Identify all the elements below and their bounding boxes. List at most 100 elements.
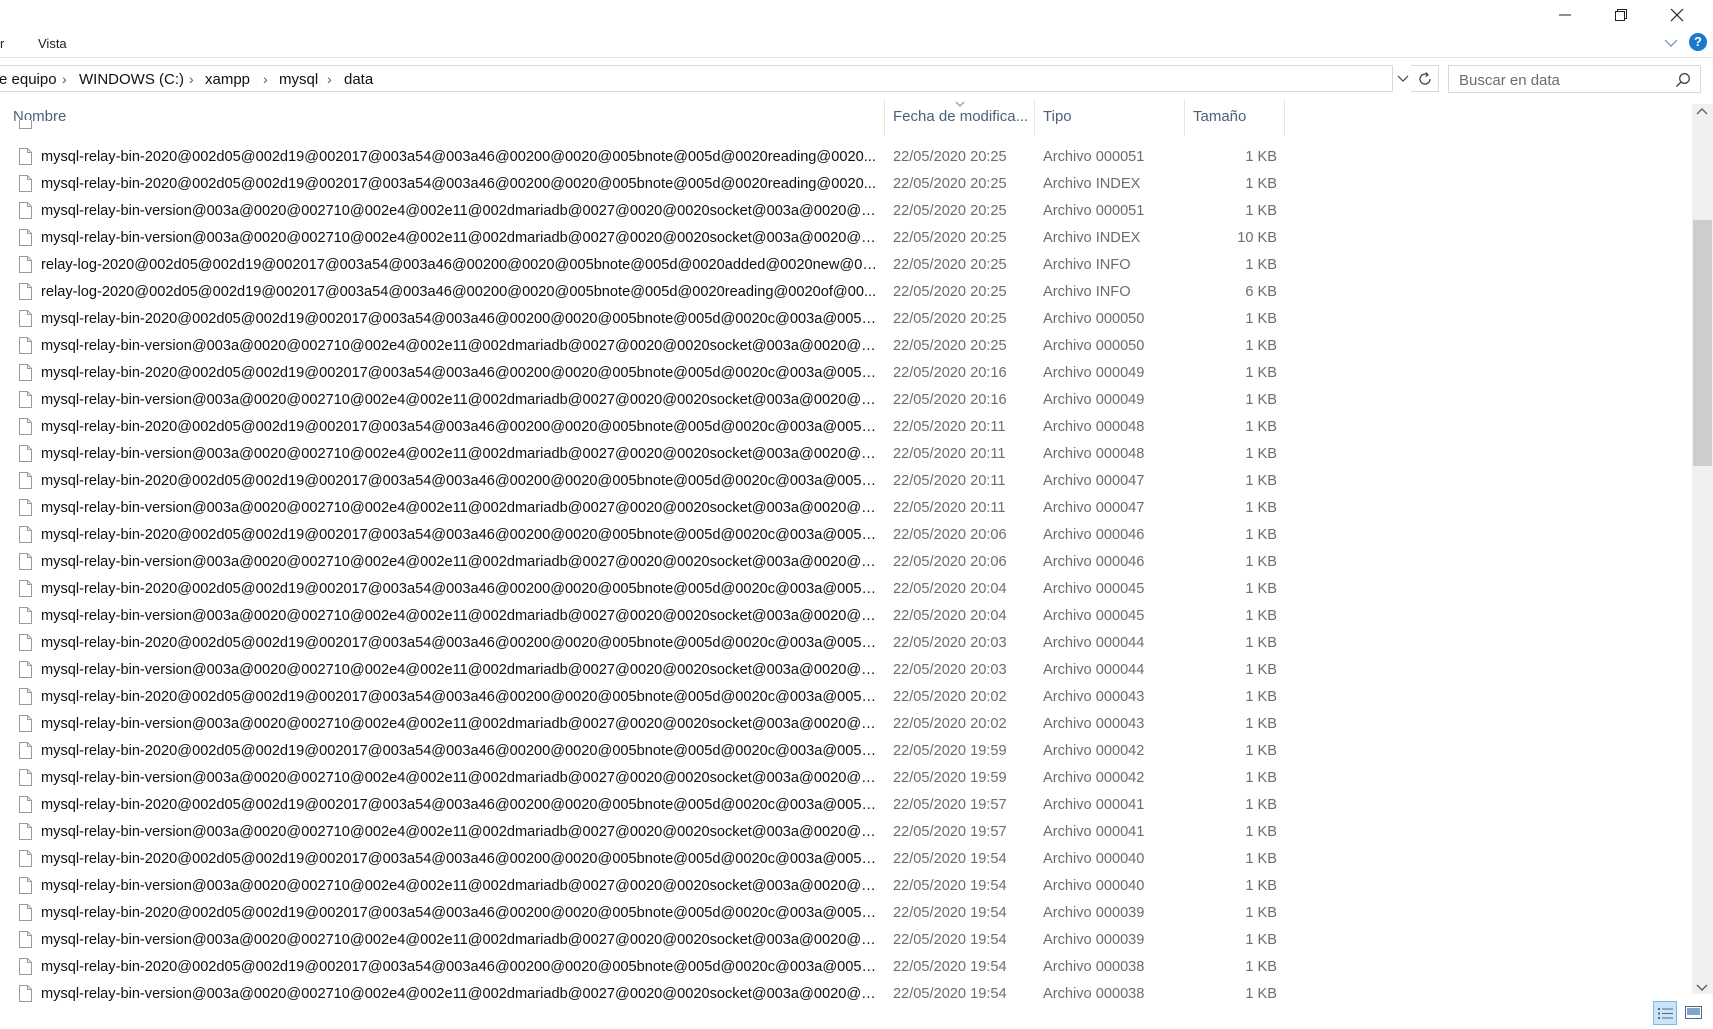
- file-size: 1 KB: [1245, 932, 1277, 948]
- file-row[interactable]: mysql-relay-bin-version@003a@0020@002710…: [0, 657, 1290, 684]
- file-name: mysql-relay-bin-version@003a@0020@002710…: [41, 716, 877, 732]
- file-size: 1 KB: [1245, 959, 1277, 975]
- breadcrumb-data[interactable]: data: [344, 71, 373, 88]
- tab-view[interactable]: Vista: [38, 36, 67, 51]
- file-row[interactable]: mysql-relay-bin-version@003a@0020@002710…: [0, 603, 1290, 630]
- large-icons-view-button[interactable]: [1682, 1001, 1706, 1025]
- file-size: 1 KB: [1245, 986, 1277, 1002]
- breadcrumb-separator-icon[interactable]: ›: [263, 71, 268, 87]
- file-row[interactable]: mysql-relay-bin-2020@002d05@002d19@00201…: [0, 414, 1290, 441]
- file-name: mysql-relay-bin-2020@002d05@002d19@00201…: [41, 581, 877, 597]
- file-type: Archivo 000049: [1043, 365, 1145, 381]
- file-row[interactable]: mysql-relay-bin-version@003a@0020@002710…: [0, 333, 1290, 360]
- file-row[interactable]: mysql-relay-bin-2020@002d05@002d19@00201…: [0, 468, 1290, 495]
- address-bar[interactable]: e equipo › WINDOWS (C:) › xampp › mysql …: [0, 65, 1409, 92]
- file-row[interactable]: mysql-relay-bin-2020@002d05@002d19@00201…: [0, 306, 1290, 333]
- restore-button[interactable]: [1593, 0, 1649, 30]
- file-type: Archivo 000039: [1043, 905, 1145, 921]
- chevron-down-icon[interactable]: [1664, 38, 1678, 48]
- file-type: Archivo 000048: [1043, 419, 1145, 435]
- close-button[interactable]: [1649, 0, 1705, 30]
- file-date-modified: 22/05/2020 19:54: [893, 986, 1007, 1002]
- scrollbar-thumb[interactable]: [1693, 220, 1712, 466]
- breadcrumb-xampp[interactable]: xampp: [205, 71, 250, 88]
- file-row[interactable]: mysql-relay-bin-2020@002d05@002d19@00201…: [0, 900, 1290, 927]
- tab-partial[interactable]: r: [0, 36, 4, 51]
- file-icon: [19, 823, 32, 840]
- file-type: Archivo INFO: [1043, 257, 1131, 273]
- file-row[interactable]: mysql-relay-bin-version@003a@0020@002710…: [0, 873, 1290, 900]
- file-name: relay-log-2020@002d05@002d19@002017@003a…: [41, 284, 877, 300]
- file-row[interactable]: mysql-relay-bin-version@003a@0020@002710…: [0, 765, 1290, 792]
- refresh-button[interactable]: [1411, 65, 1439, 92]
- file-date-modified: 22/05/2020 20:03: [893, 635, 1007, 651]
- file-icon: [19, 148, 32, 165]
- file-size: 6 KB: [1245, 284, 1277, 300]
- file-row[interactable]: mysql-relay-bin-2020@002d05@002d19@00201…: [0, 630, 1290, 657]
- file-icon: [19, 256, 32, 273]
- file-date-modified: 22/05/2020 20:11: [893, 419, 1006, 435]
- file-type: Archivo 000041: [1043, 797, 1145, 813]
- scroll-down-icon[interactable]: [1696, 984, 1708, 992]
- file-row[interactable]: mysql-relay-bin-version@003a@0020@002710…: [0, 225, 1290, 252]
- breadcrumb-separator-icon[interactable]: ›: [62, 71, 67, 87]
- file-icon: [19, 283, 32, 300]
- breadcrumb-windows-c[interactable]: WINDOWS (C:): [79, 71, 184, 88]
- file-size: 1 KB: [1245, 662, 1277, 678]
- file-row[interactable]: mysql-relay-bin-version@003a@0020@002710…: [0, 819, 1290, 846]
- file-name: mysql-relay-bin-2020@002d05@002d19@00201…: [41, 797, 877, 813]
- file-row[interactable]: mysql-relay-bin-2020@002d05@002d19@00201…: [0, 171, 1290, 198]
- file-name: mysql-relay-bin-2020@002d05@002d19@00201…: [41, 689, 877, 705]
- file-row[interactable]: mysql-relay-bin-version@003a@0020@002710…: [0, 495, 1290, 522]
- file-name: mysql-relay-bin-version@003a@0020@002710…: [41, 986, 877, 1002]
- file-date-modified: 22/05/2020 20:25: [893, 149, 1007, 165]
- file-row[interactable]: mysql-relay-bin-version@003a@0020@002710…: [0, 198, 1290, 225]
- file-name: mysql-relay-bin-2020@002d05@002d19@00201…: [41, 419, 877, 435]
- file-date-modified: 22/05/2020 20:25: [893, 203, 1007, 219]
- file-row[interactable]: mysql-relay-bin-version@003a@0020@002710…: [0, 387, 1290, 414]
- file-row[interactable]: mysql-relay-bin-2020@002d05@002d19@00201…: [0, 684, 1290, 711]
- file-row[interactable]: mysql-relay-bin-2020@002d05@002d19@00201…: [0, 738, 1290, 765]
- file-row[interactable]: mysql-relay-bin-2020@002d05@002d19@00201…: [0, 846, 1290, 873]
- file-type: Archivo INDEX: [1043, 230, 1141, 246]
- file-row[interactable]: mysql-relay-bin-2020@002d05@002d19@00201…: [0, 360, 1290, 387]
- file-icon: [19, 661, 32, 678]
- details-view-button[interactable]: [1653, 1001, 1677, 1025]
- file-row[interactable]: mysql-relay-bin-version@003a@0020@002710…: [0, 981, 1290, 1008]
- file-row[interactable]: mysql-relay-bin-version@003a@0020@002710…: [0, 711, 1290, 738]
- breadcrumb-mysql[interactable]: mysql: [279, 71, 318, 88]
- file-date-modified: 22/05/2020 20:16: [893, 365, 1007, 381]
- search-icon[interactable]: [1675, 72, 1691, 88]
- file-type: Archivo 000044: [1043, 662, 1145, 678]
- file-row[interactable]: relay-log-2020@002d05@002d19@002017@003a…: [0, 279, 1290, 306]
- close-icon: [1670, 8, 1684, 22]
- minimize-button[interactable]: [1537, 0, 1593, 30]
- file-size: 1 KB: [1245, 878, 1277, 894]
- breadcrumb-separator-icon[interactable]: ›: [327, 71, 332, 87]
- file-date-modified: 22/05/2020 19:57: [893, 824, 1007, 840]
- breadcrumb-this-pc[interactable]: e equipo: [0, 71, 57, 88]
- file-row[interactable]: mysql-relay-bin-2020@002d05@002d19@00201…: [0, 792, 1290, 819]
- file-icon: [19, 337, 32, 354]
- file-icon: [19, 229, 32, 246]
- file-row[interactable]: mysql-relay-bin-2020@002d05@002d19@00201…: [0, 576, 1290, 603]
- search-input[interactable]: Buscar en data: [1448, 65, 1701, 93]
- scroll-up-icon[interactable]: [1696, 107, 1708, 115]
- partial-row: [0, 120, 1290, 136]
- help-icon[interactable]: ?: [1689, 33, 1707, 51]
- file-icon: [19, 472, 32, 489]
- file-row[interactable]: mysql-relay-bin-2020@002d05@002d19@00201…: [0, 954, 1290, 981]
- file-name: mysql-relay-bin-2020@002d05@002d19@00201…: [41, 905, 877, 921]
- file-type: Archivo INFO: [1043, 284, 1131, 300]
- file-row[interactable]: mysql-relay-bin-version@003a@0020@002710…: [0, 927, 1290, 954]
- file-row[interactable]: mysql-relay-bin-2020@002d05@002d19@00201…: [0, 522, 1290, 549]
- file-size: 1 KB: [1245, 473, 1277, 489]
- breadcrumb-separator-icon[interactable]: ›: [189, 71, 194, 87]
- file-row[interactable]: mysql-relay-bin-version@003a@0020@002710…: [0, 441, 1290, 468]
- file-row[interactable]: relay-log-2020@002d05@002d19@002017@003a…: [0, 252, 1290, 279]
- file-row[interactable]: mysql-relay-bin-2020@002d05@002d19@00201…: [0, 144, 1290, 171]
- file-date-modified: 22/05/2020 20:04: [893, 581, 1007, 597]
- chevron-down-icon[interactable]: [1397, 75, 1409, 83]
- file-date-modified: 22/05/2020 20:02: [893, 716, 1007, 732]
- file-row[interactable]: mysql-relay-bin-version@003a@0020@002710…: [0, 549, 1290, 576]
